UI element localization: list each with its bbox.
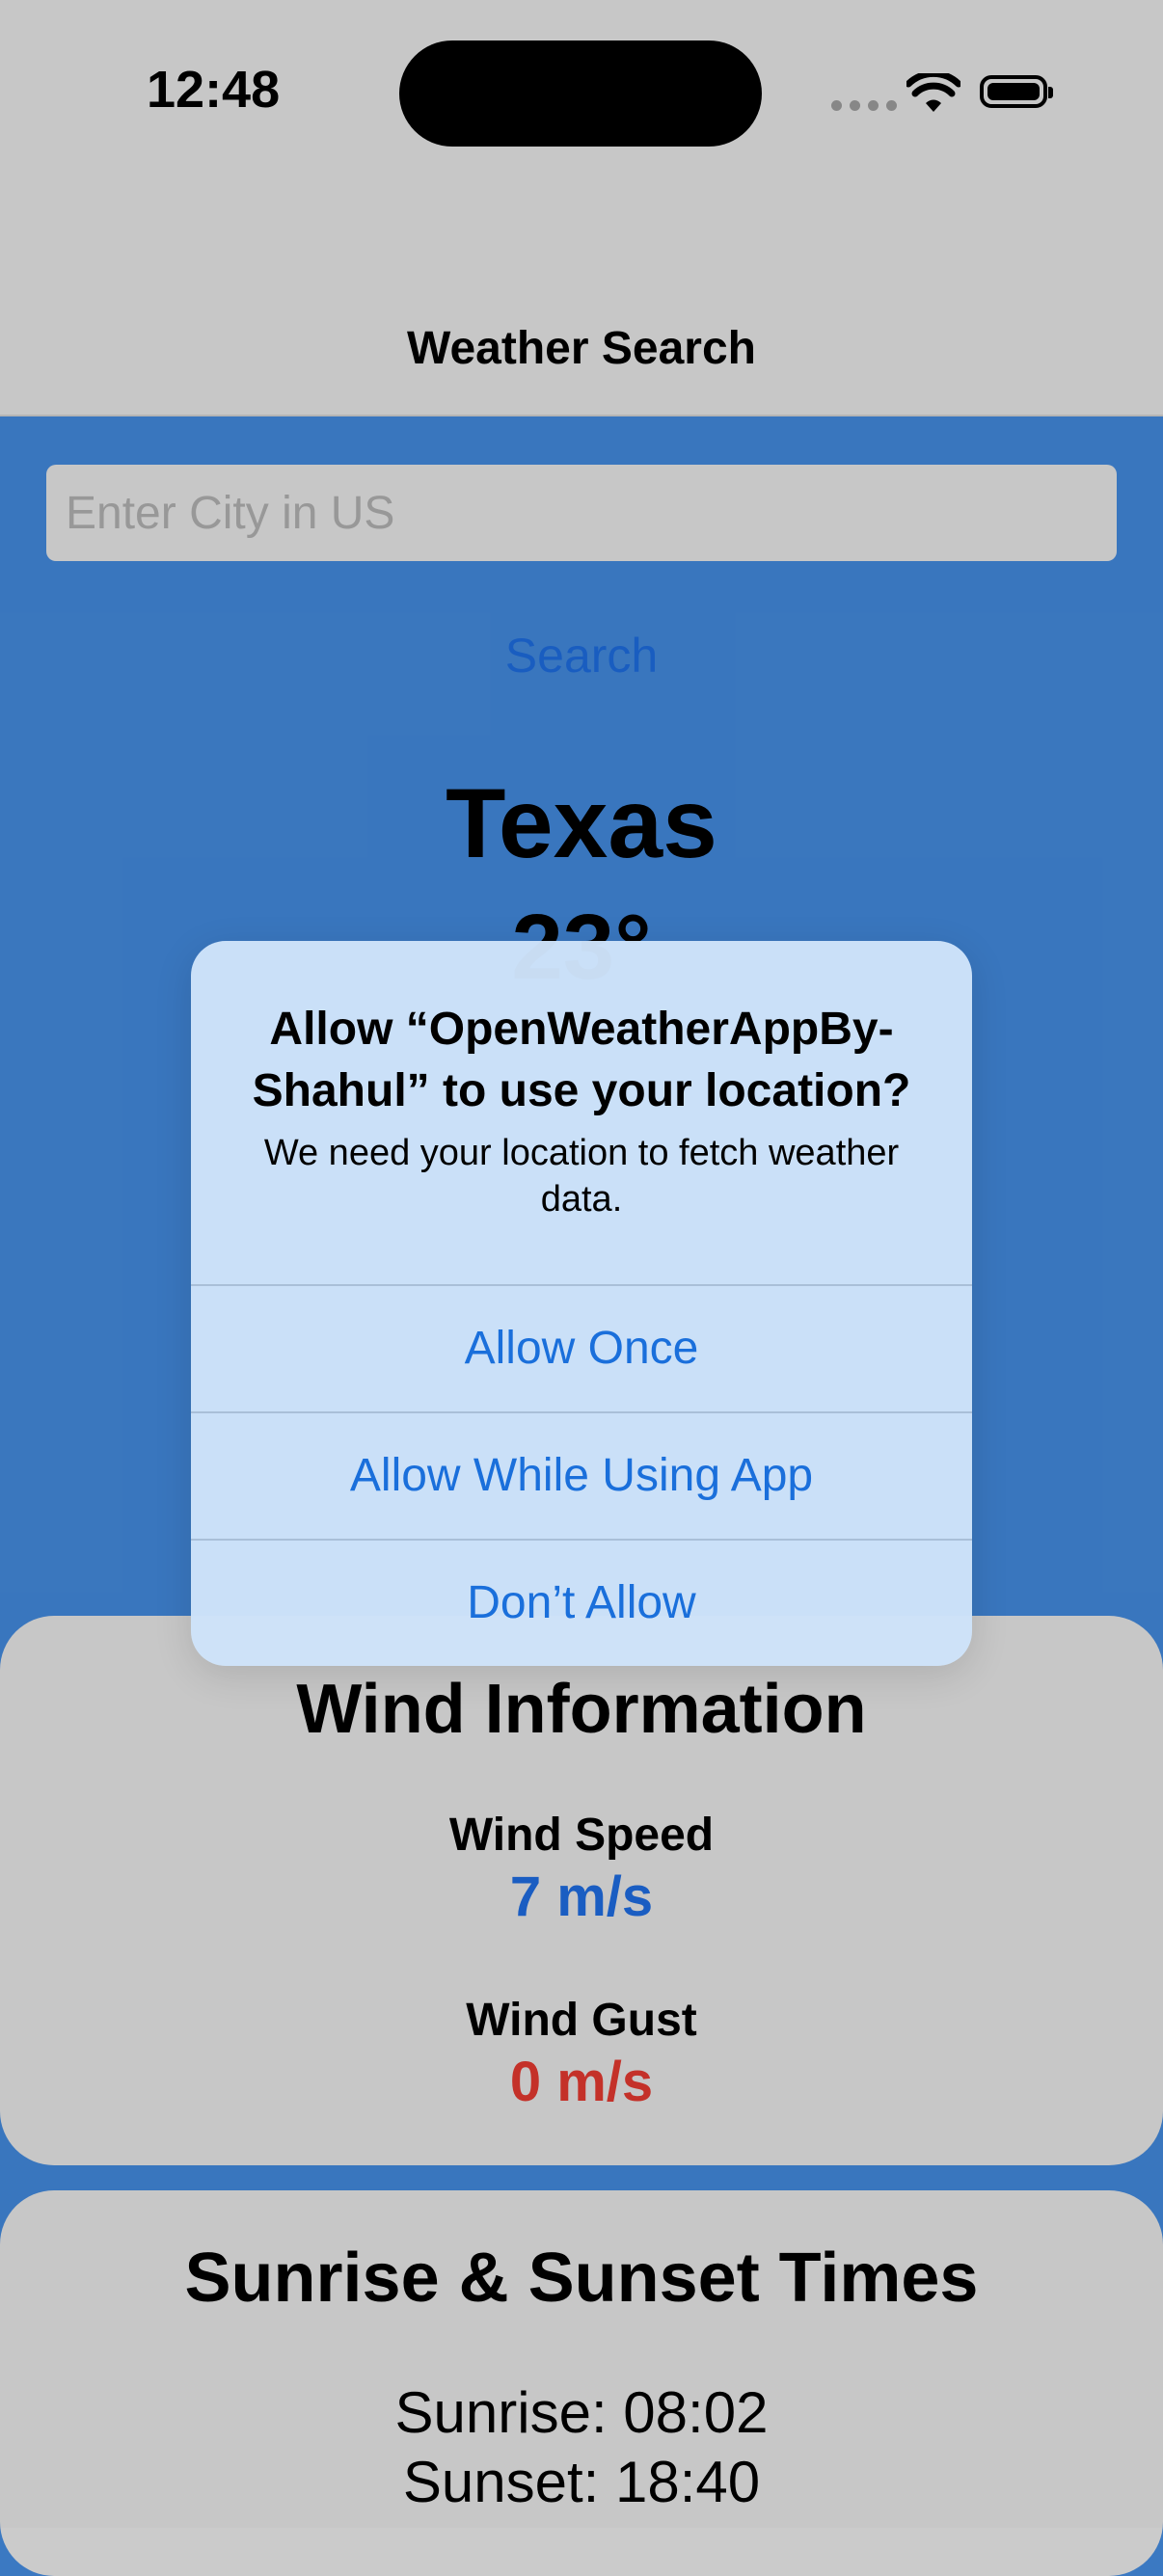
- allow-once-button[interactable]: Allow Once: [191, 1284, 972, 1411]
- alert-title: Allow “OpenWeatherAppBy-Shahul” to use y…: [252, 1004, 911, 1116]
- alert-message: We need your location to fetch weather d…: [263, 1133, 900, 1220]
- allow-while-using-app-button[interactable]: Allow While Using App: [191, 1411, 972, 1539]
- dont-allow-button[interactable]: Don’t Allow: [191, 1539, 972, 1666]
- location-permission-alert: Allow “OpenWeatherAppBy-Shahul” to use y…: [191, 941, 972, 1666]
